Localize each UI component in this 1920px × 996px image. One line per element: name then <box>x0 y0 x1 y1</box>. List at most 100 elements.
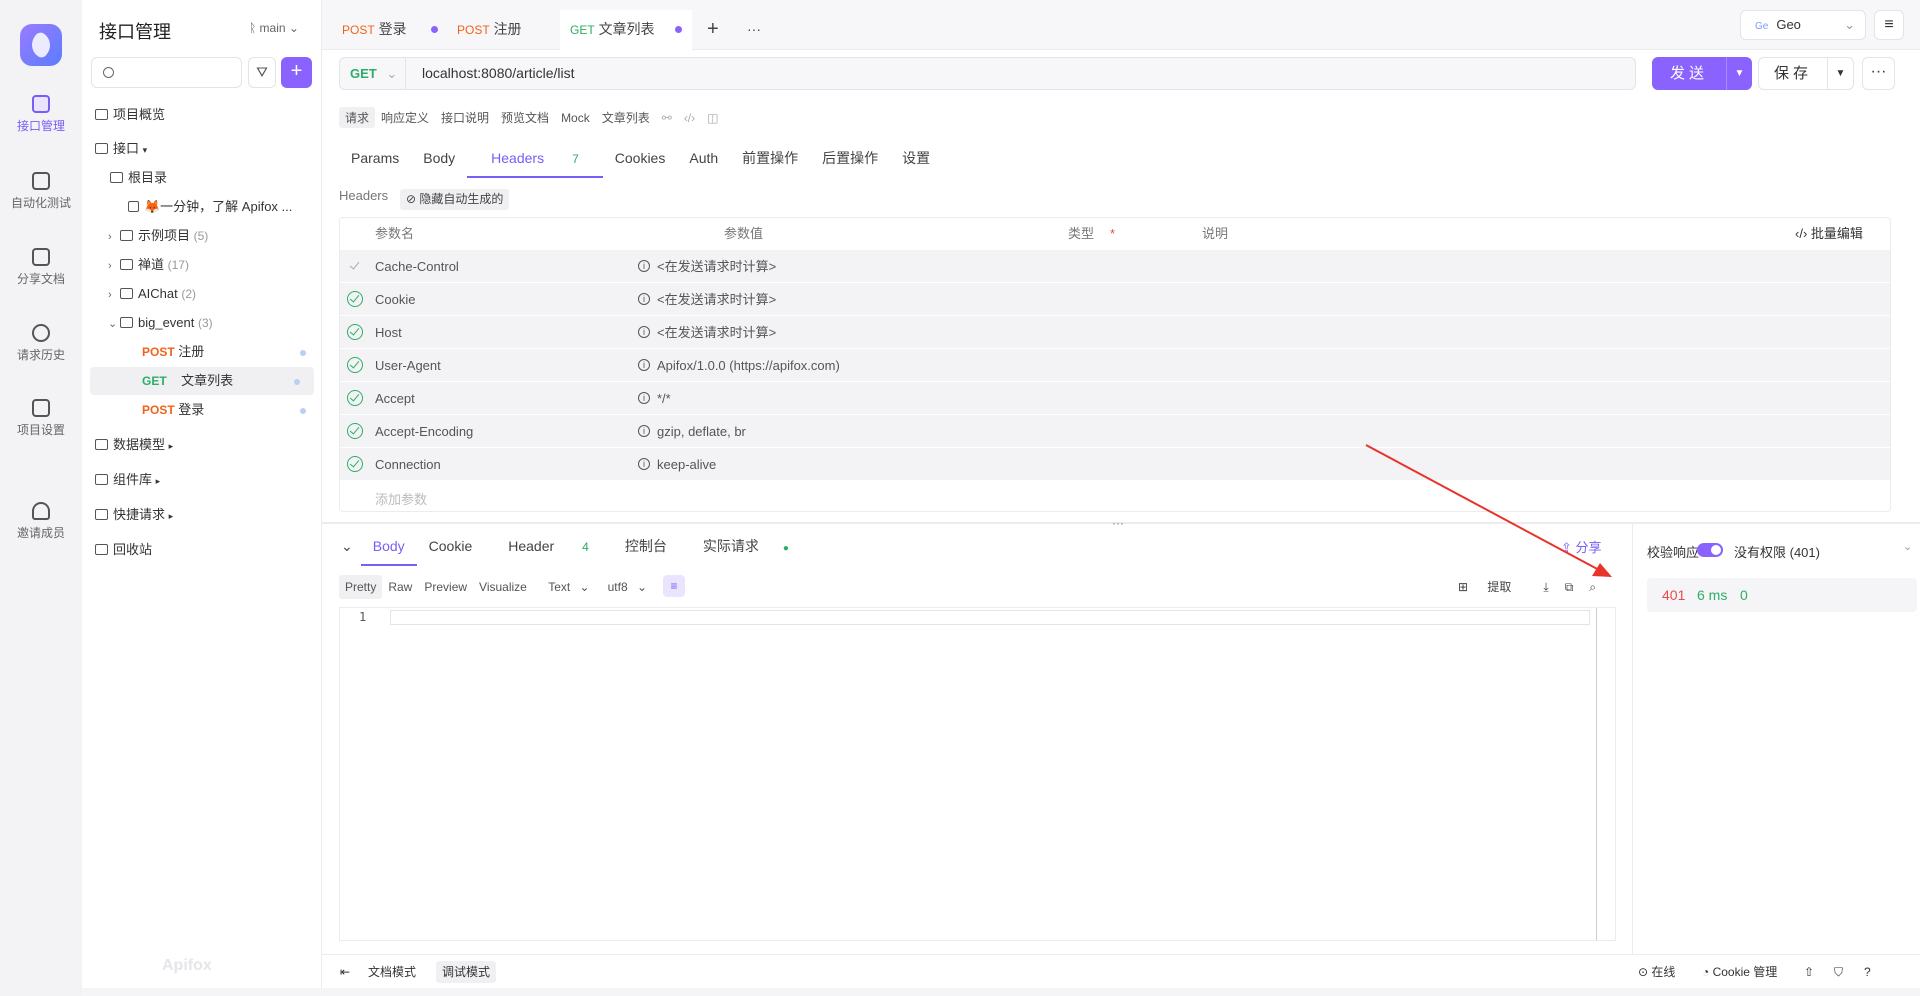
check-circle-icon[interactable] <box>347 456 363 472</box>
tab-get-article-list[interactable]: GET 文章列表 <box>560 10 692 50</box>
tree-item-zen[interactable]: › 禅道 (17) <box>82 251 320 279</box>
word-wrap-icon[interactable]: ≡ <box>663 575 685 597</box>
info-icon[interactable]: i <box>638 392 650 404</box>
verify-toggle[interactable] <box>1697 543 1723 557</box>
rail-item-api-management[interactable]: 接口管理 <box>0 95 82 134</box>
link-icon[interactable]: ⚯ <box>656 109 678 127</box>
tree-item-api[interactable]: 接口 ▾ <box>82 135 320 163</box>
rail-item-automation[interactable]: 自动化测试 <box>0 172 82 211</box>
chevron-down-icon[interactable]: ▼ <box>1726 57 1752 90</box>
code-icon[interactable]: ‹/› <box>678 109 701 127</box>
encoding-select[interactable]: utf8 ⌄ <box>596 575 653 599</box>
tree-item-example[interactable]: › 示例项目 (5) <box>82 222 320 250</box>
resp-tab-cookie[interactable]: Cookie <box>417 534 485 566</box>
info-icon[interactable]: i <box>638 260 650 272</box>
tree-item-data-model[interactable]: 数据模型 ▸ <box>82 431 320 459</box>
check-icon[interactable] <box>347 258 363 274</box>
rail-item-project-settings[interactable]: 项目设置 <box>0 399 82 438</box>
tree-endpoint-article-list[interactable]: GET 文章列表 <box>90 367 314 395</box>
new-tab-button[interactable]: + <box>707 10 719 50</box>
tab-cookies[interactable]: Cookies <box>603 145 678 178</box>
fmt-raw[interactable]: Raw <box>382 575 418 599</box>
shirt-icon[interactable]: ⛉ <box>1834 955 1843 989</box>
tab-body[interactable]: Body <box>411 145 467 178</box>
method-select[interactable]: GET ⌄ <box>340 58 406 89</box>
subtab-response-def[interactable]: 响应定义 <box>375 107 435 128</box>
tab-more-button[interactable]: ··· <box>747 10 761 50</box>
response-editor[interactable]: 1 <box>339 607 1616 941</box>
url-input[interactable]: localhost:8080/article/list <box>422 58 575 89</box>
type-select[interactable]: Text ⌄ <box>536 575 595 599</box>
subtab-request[interactable]: 请求 <box>339 107 376 128</box>
rail-item-history[interactable]: 请求历史 <box>0 324 82 363</box>
info-icon[interactable]: i <box>638 425 650 437</box>
add-param-input[interactable]: 添加参数 <box>375 489 427 508</box>
tree-item-root-dir[interactable]: 根目录 <box>82 164 320 192</box>
resp-tab-body[interactable]: Body <box>360 534 417 566</box>
send-button[interactable]: 发送 ▼ <box>1652 57 1752 90</box>
info-icon[interactable]: i <box>638 293 650 305</box>
check-circle-icon[interactable] <box>347 291 363 307</box>
subtab-mock[interactable]: Mock <box>555 109 596 127</box>
tab-post-register[interactable]: POST 注册 <box>457 10 522 50</box>
debug-mode-button[interactable]: 调试模式 <box>436 961 497 983</box>
cookie-manager-button[interactable]: ◔ Cookie 管理 <box>1702 955 1777 989</box>
resp-tab-actual-request[interactable]: 实际请求 ● <box>679 534 813 566</box>
panel-icon[interactable]: ◫ <box>701 109 724 127</box>
help-icon[interactable]: ? <box>1864 955 1871 989</box>
subtab-preview-doc[interactable]: 预览文档 <box>495 107 555 128</box>
rail-item-share-doc[interactable]: 分享文档 <box>0 248 82 287</box>
tree-item-overview[interactable]: 项目概览 <box>82 101 320 129</box>
resp-tab-header[interactable]: Header 4 <box>484 534 613 566</box>
check-circle-icon[interactable] <box>347 423 363 439</box>
tab-settings[interactable]: 设置 <box>890 145 942 178</box>
hide-auto-generated-button[interactable]: ⊘ 隐藏自动生成的 <box>400 189 510 210</box>
tree-item-quick-request[interactable]: 快捷请求 ▸ <box>82 501 320 529</box>
tree-item-big-event[interactable]: ⌄ big_event (3) <box>82 309 320 337</box>
drag-handle-icon[interactable]: ··· <box>1112 516 1124 530</box>
info-icon[interactable]: i <box>638 326 650 338</box>
online-status[interactable]: ⊙ 在线 <box>1638 955 1675 989</box>
chevron-down-icon[interactable]: ▼ <box>1827 58 1853 89</box>
save-button[interactable]: 保存 ▼ <box>1758 57 1854 90</box>
branch-selector[interactable]: ᚱ main ⌄ <box>249 21 299 35</box>
tab-headers[interactable]: Headers 7 <box>467 145 603 178</box>
collapse-sidebar-icon[interactable]: ⇤ <box>334 961 356 983</box>
fmt-visualize[interactable]: Visualize <box>473 575 533 599</box>
more-actions-button[interactable]: ··· <box>1862 57 1895 90</box>
tab-params[interactable]: Params <box>339 145 411 178</box>
tree-item-aichat[interactable]: › AIChat (2) <box>82 280 320 308</box>
add-button[interactable]: + <box>281 57 312 88</box>
rail-item-invite[interactable]: 邀请成员 <box>0 502 82 541</box>
info-icon[interactable]: i <box>638 359 650 371</box>
tree-item-components[interactable]: 组件库 ▸ <box>82 466 320 494</box>
copy-icon[interactable]: ⧉ <box>1565 580 1574 594</box>
tab-post-actions[interactable]: 后置操作 <box>810 145 890 178</box>
doc-mode-button[interactable]: 文档模式 <box>362 961 422 983</box>
tab-post-login[interactable]: POST 登录 <box>342 10 438 50</box>
filter-button[interactable]: ⛛ <box>248 57 276 88</box>
share-button[interactable]: ⇪ 分享 <box>1561 537 1602 556</box>
resp-tab-console[interactable]: 控制台 <box>613 534 679 566</box>
chevron-down-icon[interactable]: ⌄ <box>1903 540 1912 553</box>
tab-auth[interactable]: Auth <box>677 145 730 178</box>
bulk-edit-button[interactable]: ‹/› 批量编辑 <box>1795 218 1863 249</box>
fmt-preview[interactable]: Preview <box>418 575 473 599</box>
tree-item-intro[interactable]: 🦊一分钟，了解 Apifox ... <box>82 193 320 221</box>
collapse-icon[interactable]: ⌄ <box>339 534 361 566</box>
check-circle-icon[interactable] <box>347 357 363 373</box>
tree-endpoint-login[interactable]: POST 登录 <box>82 396 320 424</box>
extract-button[interactable]: ⊞ 提取 <box>1458 580 1527 594</box>
info-icon[interactable]: i <box>638 458 650 470</box>
tab-pre-actions[interactable]: 前置操作 <box>730 145 810 178</box>
check-circle-icon[interactable] <box>347 390 363 406</box>
fmt-pretty[interactable]: Pretty <box>339 575 383 599</box>
subtab-api-desc[interactable]: 接口说明 <box>435 107 495 128</box>
download-icon[interactable]: ⤓ <box>1543 580 1548 594</box>
search-input[interactable] <box>91 57 242 88</box>
tree-endpoint-register[interactable]: POST 注册 <box>82 338 320 366</box>
scrollbar[interactable] <box>1596 608 1597 940</box>
tree-item-recycle[interactable]: 回收站 <box>82 536 320 564</box>
check-circle-icon[interactable] <box>347 324 363 340</box>
upload-icon[interactable]: ⇧ <box>1804 955 1814 989</box>
